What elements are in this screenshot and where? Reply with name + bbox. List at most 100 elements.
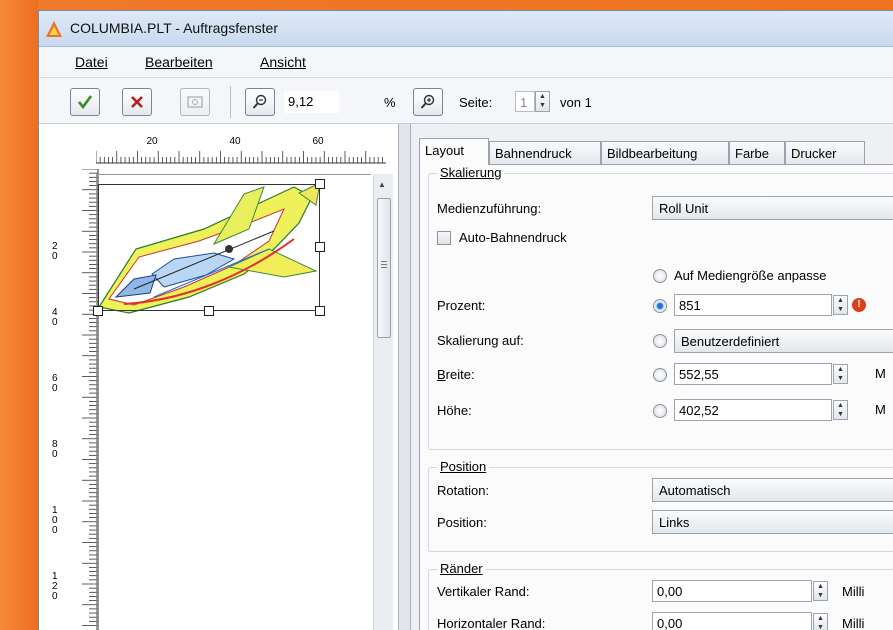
combo-medienzufuehrung[interactable]: Roll Unit: [652, 196, 893, 220]
zoom-in-button[interactable]: [413, 88, 443, 116]
preview-canvas[interactable]: 20 40 60 20406080100120 ▲: [39, 124, 399, 630]
cancel-x-icon: [131, 96, 143, 108]
horizontal-ruler: 20 40 60: [96, 136, 386, 164]
window-title: COLUMBIA.PLT - Auftragsfenster: [70, 20, 279, 36]
menu-bearbeiten[interactable]: Bearbeiten: [145, 54, 213, 70]
scroll-up-arrow-icon[interactable]: ▲: [378, 180, 386, 189]
background-left-band: [0, 0, 38, 630]
page-input[interactable]: 1: [515, 91, 535, 112]
toolbar-separator: [230, 86, 231, 118]
ruler-left-label: 0: [52, 525, 58, 536]
group-title-skalierung: Skalierung: [437, 165, 505, 180]
input-prozent[interactable]: 851: [674, 294, 832, 316]
radio-fit-media[interactable]: [653, 269, 667, 283]
radio-breite[interactable]: [653, 368, 667, 382]
zoom-input[interactable]: 9,12: [284, 91, 339, 113]
spinner-breite[interactable]: ▲ ▼: [833, 364, 848, 384]
group-title-raender: Ränder: [437, 561, 486, 576]
label-fit-media: Auf Mediengröße anpasse: [674, 268, 827, 283]
toolbar: 9,12 % Seite: 1 ▲ ▼ von 1: [39, 78, 893, 124]
main-window: COLUMBIA.PLT - Auftragsfenster Datei Bea…: [38, 10, 893, 630]
zoom-unit: %: [384, 95, 396, 110]
settings-panel: Layout Bahnendruck Bildbearbeitung Farbe…: [411, 124, 893, 630]
label-prozent: Prozent:: [437, 298, 486, 313]
radio-hoehe[interactable]: [653, 404, 667, 418]
menu-ansicht[interactable]: Ansicht: [260, 54, 306, 70]
scrollbar-thumb[interactable]: [377, 198, 391, 338]
radio-prozent[interactable]: [653, 299, 667, 313]
grip-icon: [381, 261, 387, 262]
label-breite: Breite:: [437, 367, 475, 382]
resize-handle-bottom-right[interactable]: [315, 306, 325, 316]
tab-bahnendruck[interactable]: Bahnendruck: [489, 141, 601, 164]
group-title-position: Position: [437, 459, 490, 474]
ruler-left-label: 0: [52, 591, 58, 602]
ruler-label-60: 60: [312, 136, 324, 147]
spinner-vertikaler-rand[interactable]: ▲ ▼: [813, 581, 828, 601]
unit-vertikaler-rand: Milli: [842, 584, 865, 599]
cancel-button[interactable]: [122, 88, 152, 116]
label-hoehe: Höhe:: [437, 403, 472, 418]
tab-bildbearbeitung[interactable]: Bildbearbeitung: [601, 141, 729, 164]
label-medienzufuehrung: Medienzuführung:: [437, 201, 542, 216]
spinner-prozent[interactable]: ▲ ▼: [833, 295, 848, 315]
zoom-out-button[interactable]: [245, 88, 275, 116]
input-horizontaler-rand[interactable]: 0,00: [652, 612, 812, 630]
zoom-out-icon: [252, 94, 267, 109]
label-horizontaler-rand: Horizontaler Rand:: [437, 616, 546, 630]
selection-frame[interactable]: [98, 184, 320, 311]
resize-handle-right[interactable]: [315, 242, 325, 252]
menu-ansicht-label: Ansicht: [260, 54, 306, 70]
resize-handle-top-right[interactable]: [315, 179, 325, 189]
combo-rotation[interactable]: Automatisch: [652, 478, 893, 502]
menu-bar: Datei Bearbeiten Ansicht: [39, 47, 893, 78]
panel-splitter[interactable]: [399, 124, 411, 630]
tab-strip: Layout Bahnendruck Bildbearbeitung Farbe…: [419, 138, 893, 165]
input-hoehe[interactable]: 402,52: [674, 399, 832, 421]
page-label: Seite:: [459, 95, 493, 110]
combo-skalierung-auf[interactable]: Benutzerdefiniert: [674, 329, 893, 353]
menu-bearbeiten-label: Bearbeiten: [145, 54, 213, 70]
ruler-label-20: 20: [146, 136, 158, 147]
spinner-hoehe[interactable]: ▲ ▼: [833, 400, 848, 420]
app-logo-icon: [46, 21, 62, 37]
warning-icon: !: [852, 298, 866, 312]
layout-tab-content: Skalierung Medienzuführung: Roll Unit Au…: [419, 164, 893, 630]
ruler-left-label: 0: [52, 317, 58, 328]
tab-drucker[interactable]: Drucker: [785, 141, 865, 164]
checkbox-auto-bahnendruck[interactable]: [437, 231, 451, 245]
input-breite[interactable]: 552,55: [674, 363, 832, 385]
ruler-label-40: 40: [229, 136, 241, 147]
preview-button[interactable]: [180, 88, 210, 116]
preview-icon: [187, 96, 203, 108]
canvas-vertical-scrollbar[interactable]: ▲: [373, 174, 393, 630]
label-breite-text: reite:: [445, 367, 475, 382]
label-skalierung-auf: Skalierung auf:: [437, 333, 524, 348]
zoom-in-icon: [420, 94, 435, 109]
menu-datei-label: Datei: [75, 54, 108, 70]
resize-handle-bottom-left[interactable]: [93, 306, 103, 316]
checkmark-icon: [77, 95, 93, 110]
radio-skalierung-auf[interactable]: [653, 334, 667, 348]
unit-horizontaler-rand: Milli: [842, 616, 865, 630]
page-of-label: von 1: [560, 95, 592, 110]
label-auto-bahnendruck: Auto-Bahnendruck: [459, 230, 567, 245]
ruler-left-label: 0: [52, 449, 58, 460]
unit-breite: M: [875, 366, 886, 381]
combo-position[interactable]: Links: [652, 510, 893, 534]
input-vertikaler-rand[interactable]: 0,00: [652, 580, 812, 602]
unit-hoehe: M: [875, 402, 886, 417]
tab-farbe[interactable]: Farbe: [729, 141, 785, 164]
label-position: Position:: [437, 515, 487, 530]
label-vertikaler-rand: Vertikaler Rand:: [437, 584, 530, 599]
vertical-ruler: 20406080100120: [52, 169, 99, 630]
tab-layout[interactable]: Layout: [419, 138, 489, 165]
spinner-horizontaler-rand[interactable]: ▲ ▼: [813, 613, 828, 630]
resize-handle-bottom[interactable]: [204, 306, 214, 316]
label-rotation: Rotation:: [437, 483, 490, 498]
ruler-left-label: 0: [52, 383, 58, 394]
ruler-left-label: 0: [52, 251, 58, 262]
page-spinner[interactable]: ▲ ▼: [535, 91, 550, 112]
menu-datei[interactable]: Datei: [75, 54, 108, 70]
confirm-button[interactable]: [70, 88, 100, 116]
